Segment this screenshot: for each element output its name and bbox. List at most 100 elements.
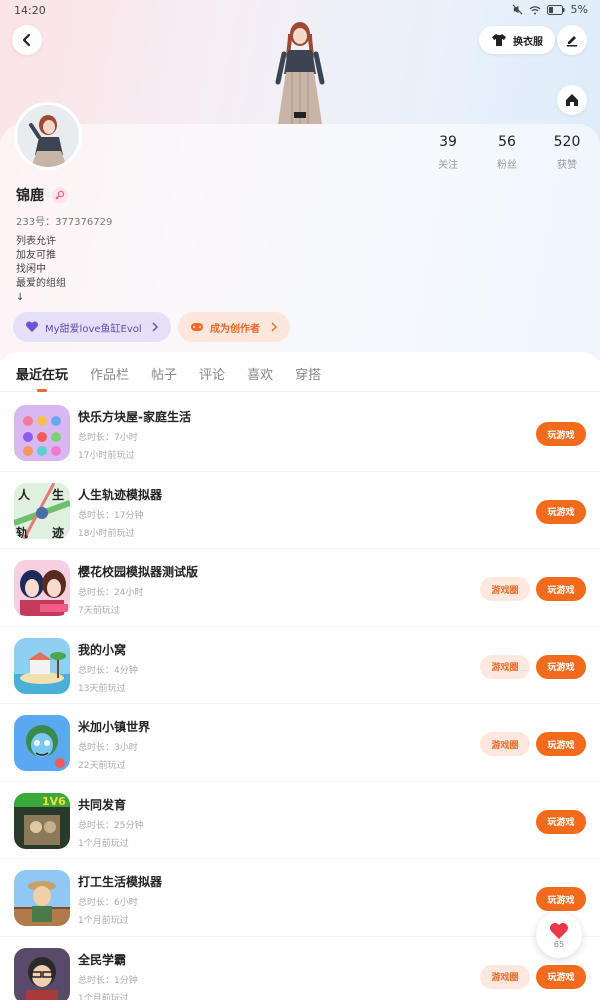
game-last-played: 1个月前玩过	[78, 916, 129, 926]
home-button[interactable]	[557, 85, 587, 115]
game-circle-button[interactable]: 游戏圈	[480, 964, 530, 989]
game-last-played: 1个月前玩过	[78, 838, 129, 849]
game-thumbnail[interactable]	[14, 715, 70, 771]
like-count: 65	[553, 939, 565, 949]
tab-outfits[interactable]: 穿搭	[295, 352, 321, 391]
gender-badge	[52, 187, 68, 203]
game-thumbnail[interactable]: 人 生轨 迹	[14, 482, 70, 539]
stat-likes-count: 520	[553, 134, 581, 150]
username: 锦鹿	[16, 188, 44, 204]
play-game-button[interactable]: 玩游戏	[536, 732, 586, 756]
profile-tabs: 最近在玩 作品栏 帖子 评论 喜欢 穿搭	[0, 352, 600, 392]
back-button[interactable]	[12, 25, 42, 55]
play-game-button[interactable]: 玩游戏	[536, 422, 586, 446]
wardrobe-label: 换衣服	[513, 36, 543, 48]
avatar-character-figure	[275, 22, 325, 124]
game-duration: 总时长：6小时	[78, 898, 138, 908]
list-item[interactable]: 快乐方块屋-家庭生活 总时长：7小时 17小时前玩过 玩游戏	[0, 394, 600, 472]
fan-group-label: My甜爱love鱼缸Evol	[45, 323, 142, 335]
game-duration: 总时长：7小时	[78, 433, 138, 443]
game-duration: 总时长：24小时	[78, 588, 144, 598]
game-name: 我的小窝	[78, 642, 127, 657]
play-game-button[interactable]: 玩游戏	[536, 887, 586, 911]
game-circle-button[interactable]: 游戏圈	[480, 577, 530, 601]
heart-duo-icon	[25, 321, 39, 332]
game-thumbnail[interactable]	[14, 947, 70, 1000]
list-item[interactable]: 樱花校园模拟器测试版 总时长：24小时 7天前玩过 游戏圈 玩游戏	[0, 549, 600, 627]
game-cover-image	[14, 947, 70, 1000]
tab-recently-played[interactable]: 最近在玩	[16, 352, 68, 392]
stat-following[interactable]: 39 关注	[418, 134, 478, 171]
list-item[interactable]: 人 生轨 迹 人生轨迹模拟器 总时长：17分钟 18小时前玩过 玩游戏	[0, 472, 600, 549]
stat-following-label: 关注	[438, 160, 458, 171]
chevron-right-icon	[271, 322, 277, 332]
edit-icon	[567, 36, 577, 47]
svg-text:生: 生	[52, 487, 64, 502]
female-icon	[55, 190, 65, 200]
game-name: 打工生活模拟器	[78, 875, 163, 889]
game-cover-image	[14, 560, 70, 616]
game-thumbnail[interactable]	[14, 637, 70, 694]
user-bio: 列表允许 加友可推 找闲中 最爱的组组 ↓	[16, 236, 66, 303]
list-item[interactable]: 1V6 共同发育 总时长：25分钟 1个月前玩过 玩游戏	[0, 782, 600, 859]
become-creator-label: 成为创作者	[210, 323, 260, 335]
play-game-button[interactable]: 玩游戏	[536, 577, 586, 601]
play-game-button[interactable]: 玩游戏	[536, 964, 586, 989]
home-icon	[566, 94, 578, 106]
become-creator-button[interactable]: 成为创作者	[178, 312, 290, 342]
game-duration: 总时长：17分钟	[78, 510, 144, 521]
svg-text:轨: 轨	[16, 525, 28, 539]
game-last-played: 13天前玩过	[78, 683, 126, 694]
tab-posts[interactable]: 帖子	[151, 352, 177, 391]
stat-likes[interactable]: 520 获赞	[537, 134, 597, 171]
game-last-played: 17小时前玩过	[78, 451, 135, 461]
game-thumbnail[interactable]: 1V6	[14, 792, 70, 849]
fan-group-tag[interactable]: My甜爱love鱼缸Evol	[13, 312, 171, 342]
game-last-played: 22天前玩过	[78, 761, 126, 771]
wifi-icon	[529, 5, 540, 14]
play-game-button[interactable]: 玩游戏	[536, 499, 586, 524]
svg-text:迹: 迹	[52, 525, 64, 539]
heart-icon	[550, 922, 568, 939]
stat-followers-count: 56	[498, 134, 516, 150]
battery-text: 5%	[570, 3, 588, 16]
list-item[interactable]: 打工生活模拟器 总时长：6小时 1个月前玩过 玩游戏	[0, 859, 600, 937]
floating-like-button[interactable]: 65	[536, 912, 582, 958]
wardrobe-button[interactable]: 换衣服	[479, 26, 555, 54]
tab-works[interactable]: 作品栏	[90, 352, 129, 391]
stat-followers[interactable]: 56 粉丝	[477, 134, 537, 171]
stat-likes-label: 获赞	[557, 160, 577, 171]
game-duration: 总时长：3小时	[78, 743, 138, 753]
svg-text:1V6: 1V6	[42, 795, 66, 808]
game-cover-image	[14, 715, 70, 771]
edit-button[interactable]	[557, 25, 587, 55]
game-name: 全民学霸	[78, 952, 127, 967]
avatar[interactable]	[14, 102, 82, 170]
game-name: 樱花校园模拟器测试版	[78, 565, 199, 579]
profile-screen: 14:20 5% 换衣服 39 关注 56 粉丝 520 获赞 锦鹿 233号：…	[0, 0, 600, 1000]
play-game-button[interactable]: 玩游戏	[536, 654, 586, 679]
list-item[interactable]: 全民学霸 总时长：1分钟 1个月前玩过 游戏圈 玩游戏	[0, 937, 600, 1000]
game-thumbnail[interactable]	[14, 405, 70, 461]
game-duration: 总时长：4分钟	[78, 665, 138, 676]
stat-following-count: 39	[439, 134, 457, 150]
game-circle-button[interactable]: 游戏圈	[480, 654, 530, 679]
avatar-image	[17, 105, 79, 167]
game-last-played: 1个月前玩过	[78, 993, 129, 1000]
chevron-right-icon	[152, 322, 158, 332]
list-item[interactable]: 我的小窝 总时长：4分钟 13天前玩过 游戏圈 玩游戏	[0, 627, 600, 704]
gamepad-icon	[191, 323, 203, 331]
game-thumbnail[interactable]	[14, 560, 70, 616]
tab-comments[interactable]: 评论	[199, 352, 225, 391]
status-time: 14:20	[14, 4, 46, 17]
play-game-button[interactable]: 玩游戏	[536, 809, 586, 834]
game-circle-button[interactable]: 游戏圈	[480, 732, 530, 756]
list-item[interactable]: 米加小镇世界 总时长：3小时 22天前玩过 游戏圈 玩游戏	[0, 704, 600, 782]
game-thumbnail[interactable]	[14, 870, 70, 926]
game-last-played: 18小时前玩过	[78, 528, 135, 539]
game-duration: 总时长：25分钟	[78, 820, 144, 831]
tab-likes[interactable]: 喜欢	[247, 352, 273, 391]
game-name: 米加小镇世界	[78, 720, 151, 734]
username-row: 锦鹿	[16, 185, 68, 205]
game-duration: 总时长：1分钟	[78, 975, 138, 986]
